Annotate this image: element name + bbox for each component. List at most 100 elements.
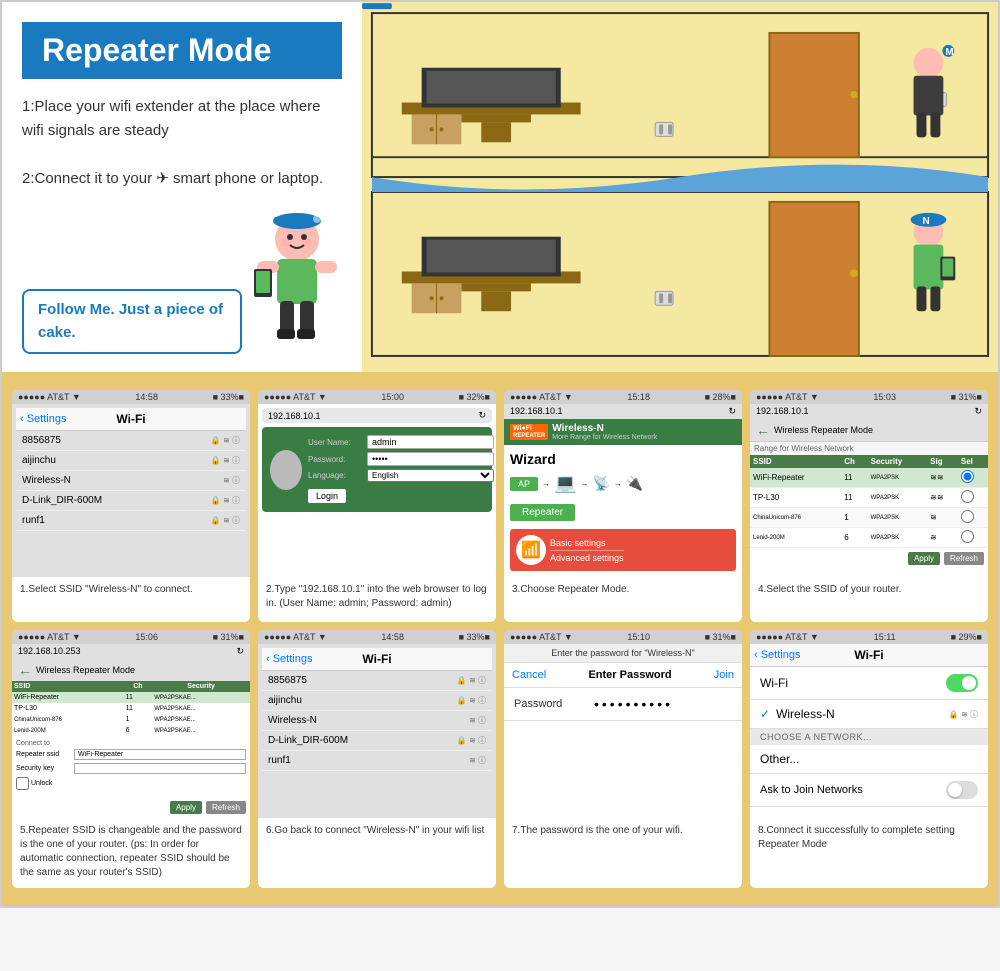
table-row[interactable]: ChinaUnicom-876 1 WPA2PSKAE... [12, 714, 250, 725]
ssid-cell: ChinaUnicom-876 [750, 508, 841, 528]
repeater-config-screen: 192.168.10.253 ↻ ← Wireless Repeater Mod… [12, 644, 250, 818]
unlock-checkbox[interactable] [16, 777, 29, 790]
password-input[interactable] [367, 452, 494, 466]
signal-cell: ≋≋ [927, 468, 958, 488]
carrier-4: ●●●●● AT&T ▼ [756, 392, 819, 402]
battery-1: ■ 33%■ [213, 392, 244, 402]
username-input[interactable] [367, 435, 494, 449]
basic-settings-link[interactable]: Basic settings [550, 538, 624, 551]
pw-action-row: Cancel Enter Password Join [504, 663, 742, 688]
channel-cell: 1 [841, 508, 867, 528]
step-desc-text-4: 4.Select the SSID of your router. [758, 584, 901, 595]
wifi-toggle-row: Wi-Fi [750, 667, 988, 700]
ssid-select-screen: 192.168.10.1 ↻ ← Wireless Repeater Mode … [750, 404, 988, 577]
apply-btn-5[interactable]: Apply [170, 801, 202, 814]
back-btn-8[interactable]: ‹ Settings [754, 649, 800, 661]
ssid-name: runf1 [22, 515, 45, 526]
table-header-row: SSID Ch Security Sig Sel [750, 455, 988, 468]
wifi-item-8856875[interactable]: 8856875 🔒 ≋ ⓘ [16, 431, 246, 451]
wifi-nav-1: ‹ Settings Wi-Fi [16, 408, 246, 431]
select-cell[interactable] [958, 508, 988, 528]
wifi-icons: 🔒 ≋ ⓘ [211, 435, 240, 446]
wifi-item-6-5[interactable]: runf1 ≋ ⓘ [262, 751, 492, 771]
wireless-n-selected-row[interactable]: ✓ Wireless-N 🔒 ≋ ⓘ [750, 700, 988, 729]
ask-join-toggle[interactable] [946, 781, 978, 799]
refresh-3[interactable]: ↻ [728, 406, 736, 417]
pw-prompt-text: Enter the password for "Wireless-N" [551, 648, 694, 658]
security-cell: WPA2PSK [868, 488, 928, 508]
time-3: 15:18 [627, 392, 650, 402]
wifi-item-aijinchu[interactable]: aijinchu 🔒 ≋ ⓘ [16, 451, 246, 471]
refresh-4[interactable]: ↻ [974, 406, 982, 417]
advanced-settings-link[interactable]: Advanced settings [550, 553, 624, 563]
battery-8: ■ 29%■ [951, 632, 982, 642]
step-desc-text-2: 2.Type "192.168.10.1" into the web brows… [266, 584, 487, 609]
table-row[interactable]: WiFi-Repeater 11 WPA2PSKAE... [12, 692, 250, 703]
security-cell: WPA2PSK [868, 468, 928, 488]
step-desc-2: 2.Type "192.168.10.1" into the web brows… [258, 577, 496, 622]
table-row[interactable]: Lenid-200M 6 WPA2PSKAE... [12, 725, 250, 736]
back-icon-5[interactable]: ← [18, 662, 32, 678]
step-desc-text-3: 3.Choose Repeater Mode. [512, 584, 629, 595]
join-label[interactable]: Join [714, 669, 734, 681]
wifi-nav-8: ‹ Settings Wi-Fi [750, 644, 988, 667]
login-button[interactable]: Login [308, 489, 346, 503]
step-desc-text: 1.Select SSID "Wireless-N" to connect. [20, 584, 193, 595]
select-cell[interactable] [958, 488, 988, 508]
password-dots: •••••••••• [594, 696, 673, 712]
wifi-item-runf1[interactable]: runf1 🔒 ≋ ⓘ [16, 511, 246, 531]
ssid-name: D-Link_DIR-600M [268, 735, 348, 746]
other-network-row[interactable]: Other... [750, 745, 988, 774]
select-cell[interactable] [958, 468, 988, 488]
sec-cell: WPA2PSKAE... [152, 692, 250, 703]
password-label: Password: [308, 455, 363, 464]
ssid-cell: WiFi-Repeater [750, 468, 841, 488]
page-title: Repeater Mode [42, 32, 322, 69]
table-row[interactable]: WiFi-Repeater 11 WPA2PSK ≋≋ [750, 468, 988, 488]
phone-header-5: ●●●●● AT&T ▼ 15:06 ■ 31%■ [12, 630, 250, 644]
security-key-input[interactable] [74, 763, 246, 774]
apply-button[interactable]: Apply [908, 552, 940, 565]
url-bar-2[interactable]: 192.168.10.1 ↻ [262, 408, 492, 423]
wifi-item-6-3[interactable]: Wireless-N ≋ ⓘ [262, 711, 492, 731]
wifi-item-wireless-n[interactable]: Wireless-N ≋ ⓘ [16, 471, 246, 491]
ssid-name: aijinchu [268, 695, 302, 706]
ap-mode-btn[interactable]: AP [510, 477, 538, 491]
carrier-3: ●●●●● AT&T ▼ [510, 392, 573, 402]
step-desc-6: 6.Go back to connect "Wireless-N" in you… [258, 818, 496, 888]
cancel-label[interactable]: Cancel [512, 669, 546, 681]
pw-field-row: Password •••••••••• [504, 688, 742, 721]
rm-connect-form: Connect to Repeater ssid Security key [12, 736, 250, 797]
table-row[interactable]: Lenid-200M 6 WPA2PSK ≋ [750, 528, 988, 548]
back-btn-1[interactable]: ‹ Settings [20, 413, 66, 425]
repeater-ssid-input[interactable] [74, 749, 246, 760]
refresh-5[interactable]: ↻ [236, 646, 244, 657]
language-select[interactable]: English [367, 469, 494, 482]
table-row[interactable]: TP-L30 11 WPA2PSKAE... [12, 703, 250, 714]
security-cell: WPA2PSK [868, 528, 928, 548]
refresh-button[interactable]: Refresh [944, 552, 984, 565]
rm-title-5: Wireless Repeater Mode [36, 665, 135, 675]
wifi-item-dlink[interactable]: D-Link_DIR-600M 🔒 ≋ ⓘ [16, 491, 246, 511]
wizard-content: Wizard AP → 💻 → 📡 → 🔌 Repeater [504, 445, 742, 577]
time-1: 14:58 [135, 392, 158, 402]
step-card-6: ●●●●● AT&T ▼ 14:58 ■ 33%■ ‹ Settings Wi-… [258, 630, 496, 888]
back-arrow-icon[interactable]: ← [756, 422, 770, 438]
wifi-icons: ≋ ⓘ [223, 475, 240, 486]
repeater-mode-btn[interactable]: Repeater [510, 504, 575, 521]
wifi-toggle[interactable] [946, 674, 978, 692]
wifi-item-6-4[interactable]: D-Link_DIR-600M 🔒 ≋ ⓘ [262, 731, 492, 751]
step-card-3: ●●●●● AT&T ▼ 15:18 ■ 28%■ 192.168.10.1 ↻… [504, 390, 742, 622]
back-btn-6[interactable]: ‹ Settings [266, 653, 312, 665]
wifi-logo: Wi●FiREPEATER [510, 424, 548, 440]
table-row[interactable]: ChinaUnicom-876 1 WPA2PSK ≋ [750, 508, 988, 528]
table-row[interactable]: TP-L30 11 WPA2PSK ≋≋ [750, 488, 988, 508]
wifi-item-6-1[interactable]: 8856875 🔒 ≋ ⓘ [262, 671, 492, 691]
select-cell[interactable] [958, 528, 988, 548]
wifi-icon-row: 📶 Basic settings Advanced settings [516, 535, 730, 565]
refresh-btn-5[interactable]: Refresh [206, 801, 246, 814]
refresh-icon[interactable]: ↻ [478, 410, 486, 421]
wifi-item-6-2[interactable]: aijinchu 🔒 ≋ ⓘ [262, 691, 492, 711]
time-6: 14:58 [381, 632, 404, 642]
time-2: 15:00 [381, 392, 404, 402]
